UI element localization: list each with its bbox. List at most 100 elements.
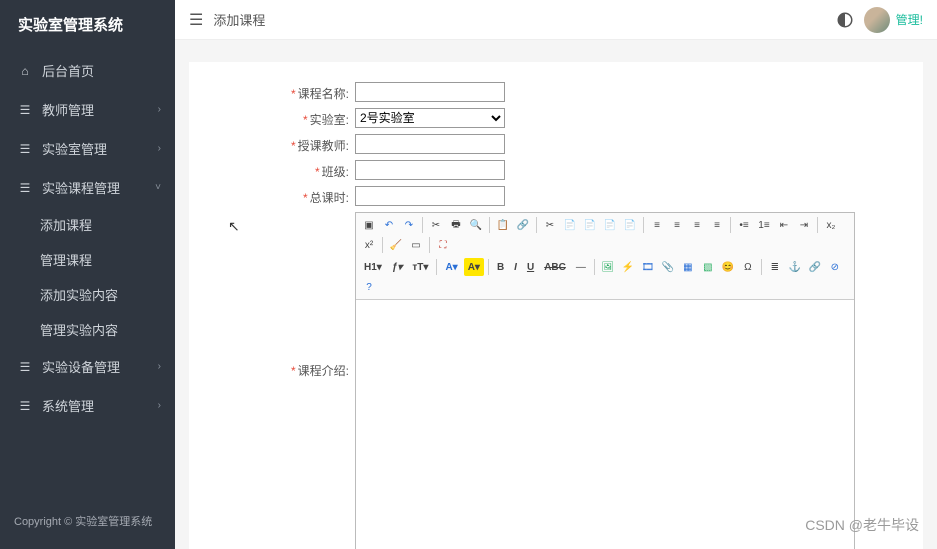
align-right-icon[interactable]: ≡ xyxy=(688,216,706,234)
teacher-input[interactable] xyxy=(355,134,505,154)
paste-word-icon[interactable]: 📄 xyxy=(581,216,599,234)
sidebar-item-course[interactable]: ☰ 实验课程管理 ˅ xyxy=(0,168,175,207)
source-icon[interactable]: ▣ xyxy=(360,216,378,234)
table-icon[interactable]: ▦ xyxy=(679,258,697,276)
paste-plain-icon[interactable]: 📄 xyxy=(621,216,639,234)
spchar-icon[interactable]: Ω xyxy=(739,258,757,276)
hours-input[interactable] xyxy=(355,186,505,206)
nav-menu: ⌂ 后台首页 ☰ 教师管理 › ☰ 实验室管理 › ☰ 实验课程管理 ˅ 添加课… xyxy=(0,51,175,499)
sidebar-submenu: 添加课程 管理课程 添加实验内容 管理实验内容 xyxy=(0,207,175,347)
paste-icon[interactable]: 📄 xyxy=(561,216,579,234)
fullscreen-icon[interactable]: ⛶ xyxy=(434,236,452,254)
backcolor-icon[interactable]: A▾ xyxy=(464,258,484,276)
emoji-icon[interactable]: 😊 xyxy=(719,258,737,276)
sidebar: 实验室管理系统 ⌂ 后台首页 ☰ 教师管理 › ☰ 实验室管理 › ☰ 实验课程… xyxy=(0,0,175,549)
sidebar-item-label: 后台首页 xyxy=(42,61,94,80)
chevron-right-icon: › xyxy=(158,400,161,411)
content: *课程名称: *实验室: 2号实验室 *授课教师: *班级: *总课时: xyxy=(175,40,937,549)
forecolor-icon[interactable]: A▾ xyxy=(441,258,461,276)
topbar: ☰ 添加课程 管理! xyxy=(175,0,937,40)
sidebar-item-label: 实验设备管理 xyxy=(42,357,120,376)
sidebar-sub-manage-exp[interactable]: 管理实验内容 xyxy=(40,312,175,347)
scissors-icon[interactable]: ✂ xyxy=(541,216,559,234)
lab-select[interactable]: 2号实验室 xyxy=(355,108,505,128)
sidebar-item-label: 实验课程管理 xyxy=(42,178,120,197)
pagebreak-icon[interactable]: ≣ xyxy=(766,258,784,276)
select-icon[interactable]: ▭ xyxy=(407,236,425,254)
sidebar-item-system[interactable]: ☰ 系统管理 › xyxy=(0,386,175,425)
rich-editor: ▣ ↶ ↷ ✂ 🖶 🔍 📋 🔗 ✂ xyxy=(355,212,855,549)
avatar[interactable] xyxy=(864,7,890,33)
flash-icon[interactable]: ⚡ xyxy=(619,258,637,276)
username[interactable]: 管理! xyxy=(896,11,923,28)
intro-label: *课程介绍: xyxy=(199,212,349,379)
align-left-icon[interactable]: ≡ xyxy=(648,216,666,234)
list-ol-icon[interactable]: 1≡ xyxy=(755,216,773,234)
cut-icon[interactable]: ✂ xyxy=(427,216,445,234)
strike-icon[interactable]: ABC xyxy=(540,258,570,276)
font-icon[interactable]: ƒ▾ xyxy=(388,258,407,276)
course-name-input[interactable] xyxy=(355,82,505,102)
sidebar-item-label: 管理实验内容 xyxy=(40,320,118,339)
class-label: *班级: xyxy=(199,160,349,180)
link2-icon[interactable]: 🔗 xyxy=(806,258,824,276)
sidebar-item-label: 添加课程 xyxy=(40,215,92,234)
align-justify-icon[interactable]: ≡ xyxy=(708,216,726,234)
chevron-right-icon: › xyxy=(158,361,161,372)
file-icon[interactable]: 📎 xyxy=(659,258,677,276)
theme-icon[interactable] xyxy=(836,11,854,29)
sidebar-item-lab[interactable]: ☰ 实验室管理 › xyxy=(0,129,175,168)
link-icon[interactable]: 🔗 xyxy=(514,216,532,234)
sidebar-item-label: 管理课程 xyxy=(40,250,92,269)
sidebar-item-label: 系统管理 xyxy=(42,396,94,415)
teacher-label: *授课教师: xyxy=(199,134,349,154)
italic-icon[interactable]: I xyxy=(510,258,521,276)
chevron-right-icon: › xyxy=(158,104,161,115)
sub-icon[interactable]: x₂ xyxy=(822,216,840,234)
undo-icon[interactable]: ↶ xyxy=(380,216,398,234)
chevron-right-icon: › xyxy=(158,143,161,154)
editor-toolbar: ▣ ↶ ↷ ✂ 🖶 🔍 📋 🔗 ✂ xyxy=(356,213,854,300)
main-area: ☰ 添加课程 管理! *课程名称: *实验室: 2号实验室 *授课教师: xyxy=(175,0,937,549)
indent-icon[interactable]: ⇥ xyxy=(795,216,813,234)
media-icon[interactable]: 🎞 xyxy=(639,258,657,276)
heading-icon[interactable]: H1▾ xyxy=(360,258,386,276)
brand-title: 实验室管理系统 xyxy=(0,0,175,51)
menu-toggle-icon[interactable]: ☰ xyxy=(189,10,203,30)
align-center-icon[interactable]: ≡ xyxy=(668,216,686,234)
sidebar-item-label: 教师管理 xyxy=(42,100,94,119)
sidebar-item-device[interactable]: ☰ 实验设备管理 › xyxy=(0,347,175,386)
help-icon[interactable]: ? xyxy=(360,278,378,296)
hours-label: *总课时: xyxy=(199,186,349,206)
chevron-down-icon: ˅ xyxy=(155,182,161,193)
sidebar-item-teacher[interactable]: ☰ 教师管理 › xyxy=(0,90,175,129)
lab-label: *实验室: xyxy=(199,108,349,128)
class-input[interactable] xyxy=(355,160,505,180)
sup-icon[interactable]: x² xyxy=(360,236,378,254)
sidebar-sub-add-exp[interactable]: 添加实验内容 xyxy=(40,277,175,312)
preview-icon[interactable]: 🔍 xyxy=(467,216,485,234)
list-icon: ☰ xyxy=(18,103,32,117)
sidebar-sub-add-course[interactable]: 添加课程 xyxy=(40,207,175,242)
copy-icon[interactable]: 📋 xyxy=(494,216,512,234)
underline-icon[interactable]: U xyxy=(523,258,538,276)
paste-text-icon[interactable]: 📄 xyxy=(601,216,619,234)
clear-icon[interactable]: 🧹 xyxy=(387,236,405,254)
hr-icon[interactable]: — xyxy=(572,258,590,276)
redo-icon[interactable]: ↷ xyxy=(400,216,418,234)
sidebar-item-dashboard[interactable]: ⌂ 后台首页 xyxy=(0,51,175,90)
sidebar-sub-manage-course[interactable]: 管理课程 xyxy=(40,242,175,277)
copyright-text: Copyright © 实验室管理系统 xyxy=(0,499,175,549)
size-icon[interactable]: ᴛT▾ xyxy=(408,258,432,276)
bg-icon[interactable]: ▧ xyxy=(699,258,717,276)
list-icon: ☰ xyxy=(18,181,32,195)
print-icon[interactable]: 🖶 xyxy=(447,216,465,234)
bold-icon[interactable]: B xyxy=(493,258,508,276)
list-ul-icon[interactable]: •≡ xyxy=(735,216,753,234)
unlink-icon[interactable]: ⊘ xyxy=(826,258,844,276)
outdent-icon[interactable]: ⇤ xyxy=(775,216,793,234)
editor-body[interactable]: ◢ xyxy=(356,300,854,549)
image-icon[interactable]: 🖼 xyxy=(599,258,617,276)
anchor-icon[interactable]: ⚓ xyxy=(786,258,804,276)
list-icon: ☰ xyxy=(18,142,32,156)
